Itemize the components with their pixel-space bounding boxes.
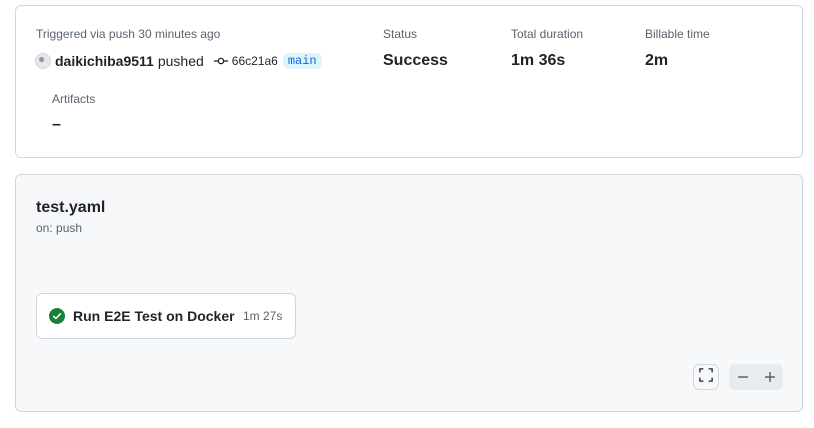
artifacts-value: –	[52, 116, 61, 133]
check-circle-icon	[49, 308, 65, 324]
job-name: Run E2E Test on Docker	[73, 308, 235, 324]
run-summary-card: Triggered via push 30 minutes ago daikic…	[15, 5, 803, 158]
workflow-file-name[interactable]: test.yaml	[36, 199, 105, 217]
status-label: Status	[383, 27, 418, 41]
billable-label: Billable time	[645, 27, 710, 41]
avatar[interactable]	[35, 53, 51, 69]
status-value: Success	[383, 52, 448, 69]
trigger-label: Triggered via push 30 minutes ago	[36, 27, 221, 41]
action-text: pushed	[157, 53, 204, 69]
zoom-in-icon[interactable]	[756, 371, 783, 383]
actor-link[interactable]: daikichiba9511	[55, 53, 154, 69]
artifacts-label: Artifacts	[52, 92, 96, 106]
branch-badge[interactable]: main	[282, 53, 322, 69]
billable-value: 2m	[645, 52, 669, 69]
job-node[interactable]: Run E2E Test on Docker 1m 27s	[36, 293, 296, 339]
fullscreen-button[interactable]	[693, 364, 719, 390]
git-commit-icon	[213, 54, 228, 68]
zoom-controls	[729, 364, 783, 390]
workflow-graph: test.yaml on: push Run E2E Test on Docke…	[15, 174, 803, 412]
fullscreen-icon	[699, 367, 713, 387]
zoom-out-icon[interactable]	[729, 371, 756, 383]
commit-sha-link[interactable]: 66c21a6	[232, 54, 278, 68]
duration-value: 1m 36s	[511, 52, 566, 69]
workflow-trigger: on: push	[36, 221, 83, 235]
duration-label: Total duration	[511, 27, 584, 41]
trigger-details: daikichiba9511 pushed 66c21a6 main	[35, 53, 322, 69]
job-duration: 1m 27s	[243, 309, 283, 323]
